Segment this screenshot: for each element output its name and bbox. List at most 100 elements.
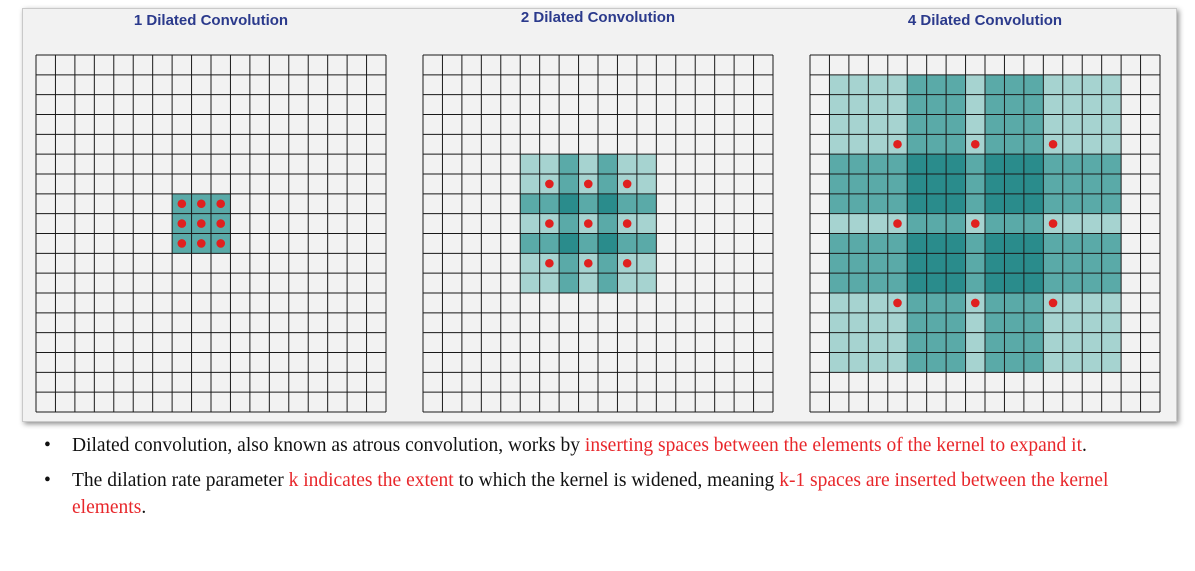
receptive-field-cell xyxy=(1101,273,1122,293)
receptive-field-cell xyxy=(946,293,966,313)
receptive-field-cell xyxy=(907,114,927,135)
receptive-field-cell xyxy=(985,253,1005,274)
receptive-field-cell xyxy=(1043,332,1063,353)
receptive-field-cell xyxy=(926,332,947,353)
receptive-field-cell xyxy=(1023,213,1044,234)
receptive-field-cell xyxy=(1023,293,1044,313)
receptive-field-cell xyxy=(887,154,908,174)
receptive-field-cell xyxy=(965,312,985,333)
receptive-field-cell xyxy=(868,293,888,313)
grid-dilation-4 xyxy=(809,54,1161,413)
receptive-field-cell xyxy=(1101,253,1122,274)
receptive-field-cell xyxy=(1101,312,1122,333)
receptive-field-cell xyxy=(1043,273,1063,293)
receptive-field-cell xyxy=(1023,193,1044,214)
receptive-field-cell xyxy=(887,74,908,95)
kernel-point xyxy=(622,219,632,228)
receptive-field-cell xyxy=(926,134,947,155)
receptive-field-cell xyxy=(1004,332,1024,353)
receptive-field-cell xyxy=(907,253,927,274)
receptive-field-cell xyxy=(1043,114,1063,135)
receptive-field-cell xyxy=(559,154,579,174)
receptive-field-cell xyxy=(829,213,849,234)
receptive-field-cell xyxy=(985,233,1005,254)
receptive-field-cell xyxy=(887,273,908,293)
receptive-field-cell xyxy=(868,134,888,155)
receptive-field-cell xyxy=(1004,233,1024,254)
receptive-field-cell xyxy=(1082,134,1102,155)
receptive-field-cell xyxy=(559,174,579,194)
receptive-field-cell xyxy=(926,253,947,274)
receptive-field-cell xyxy=(1004,94,1024,115)
receptive-field-cell xyxy=(946,74,966,95)
kernel-point xyxy=(622,258,632,268)
receptive-field-cell xyxy=(829,74,849,95)
kernel-point xyxy=(893,139,902,149)
receptive-field-cell xyxy=(1062,352,1083,373)
receptive-field-cell xyxy=(985,94,1005,115)
kernel-point xyxy=(1048,219,1058,228)
receptive-field-cell xyxy=(887,174,908,194)
receptive-field-cell xyxy=(965,114,985,135)
receptive-field-cell xyxy=(985,114,1005,135)
receptive-field-cell xyxy=(1004,352,1024,373)
receptive-field-cell xyxy=(887,312,908,333)
receptive-field-cell xyxy=(965,332,985,353)
receptive-field-cell xyxy=(946,352,966,373)
receptive-field-cell xyxy=(1101,233,1122,254)
receptive-field-cell xyxy=(946,174,966,194)
receptive-field-cell xyxy=(946,332,966,353)
receptive-field-cell xyxy=(926,74,947,95)
receptive-field-cell xyxy=(965,94,985,115)
receptive-field-cell xyxy=(1043,233,1063,254)
bullet-item-1: • Dilated convolution, also known as atr… xyxy=(44,432,1158,459)
receptive-field-cell xyxy=(985,193,1005,214)
panel-title-dilation-2: 2 Dilated Convolution xyxy=(520,9,676,26)
kernel-point xyxy=(216,239,226,248)
receptive-field-cell xyxy=(829,352,849,373)
kernel-point xyxy=(583,219,593,228)
receptive-field-cell xyxy=(848,74,869,95)
receptive-field-cell xyxy=(829,233,849,254)
receptive-field-cell xyxy=(907,134,927,155)
receptive-field-cell xyxy=(1082,174,1102,194)
receptive-field-cell xyxy=(520,154,540,174)
receptive-field-cell xyxy=(1082,312,1102,333)
receptive-field-cell xyxy=(578,193,598,214)
kernel-point xyxy=(970,139,980,149)
receptive-field-cell xyxy=(887,332,908,353)
receptive-field-cell xyxy=(1082,352,1102,373)
receptive-field-cell xyxy=(926,213,947,234)
receptive-field-cell xyxy=(520,233,540,254)
receptive-field-cell xyxy=(868,74,888,95)
receptive-field-cell xyxy=(1043,312,1063,333)
receptive-field-cell xyxy=(1023,312,1044,333)
receptive-field-cell xyxy=(1062,312,1083,333)
receptive-field-cell xyxy=(868,233,888,254)
receptive-field-cell xyxy=(829,114,849,135)
receptive-field-cell xyxy=(539,233,560,254)
receptive-field-cell xyxy=(965,174,985,194)
receptive-field-cell xyxy=(829,253,849,274)
receptive-field-cell xyxy=(598,233,618,254)
receptive-field-cell xyxy=(848,174,869,194)
receptive-field-cell xyxy=(907,273,927,293)
receptive-field-cell xyxy=(1101,114,1122,135)
receptive-field-cell xyxy=(598,213,618,234)
receptive-field-cell xyxy=(907,293,927,313)
receptive-field-cell xyxy=(1043,352,1063,373)
receptive-field-cell xyxy=(1101,193,1122,214)
receptive-field-cell xyxy=(848,94,869,115)
receptive-field-cell xyxy=(1101,94,1122,115)
receptive-field-cell xyxy=(868,253,888,274)
receptive-field-cell xyxy=(848,253,869,274)
kernel-point xyxy=(545,219,554,228)
receptive-field-cell xyxy=(985,293,1005,313)
receptive-field-cell xyxy=(848,134,869,155)
receptive-field-cell xyxy=(829,154,849,174)
receptive-field-cell xyxy=(985,352,1005,373)
receptive-field-cell xyxy=(1023,174,1044,194)
receptive-field-cell xyxy=(1043,253,1063,274)
receptive-field-cell xyxy=(868,312,888,333)
receptive-field-cell xyxy=(636,213,657,234)
